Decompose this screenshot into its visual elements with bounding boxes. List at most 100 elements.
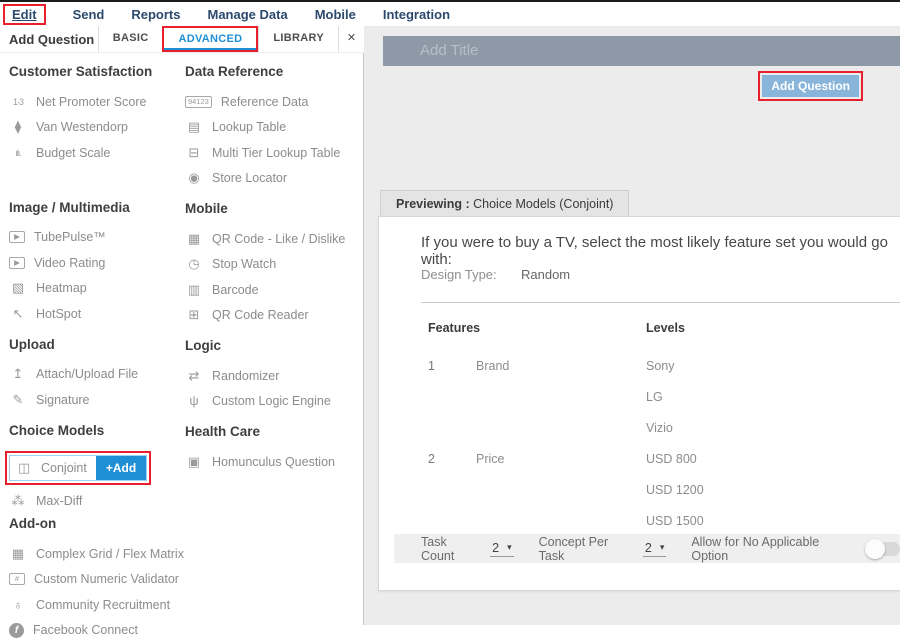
sidebar-item-qr-code-like-dislike[interactable]: ▦QR Code - Like / Dislike xyxy=(185,226,361,252)
close-icon[interactable]: ✕ xyxy=(338,26,364,52)
survey-title-bar[interactable]: Add Title xyxy=(383,36,900,66)
multi-tier-lookup-icon: ⊟ xyxy=(185,145,203,161)
design-type-value: Random xyxy=(521,267,570,282)
barcode-icon: ▥ xyxy=(185,282,203,298)
sidebar-section-customer-satisfaction: Customer Satisfaction1·3Net Promoter Sco… xyxy=(9,64,177,166)
sidebar-item-qr-code-reader[interactable]: ⊞ QR Code Reader xyxy=(185,303,361,329)
heatmap-image-icon: ▧ xyxy=(9,280,27,296)
sidebar-item-label: Stop Watch xyxy=(212,257,276,271)
feature-levels: USD 800USD 1200USD 1500 xyxy=(646,444,704,537)
sidebar-item-lookup-table[interactable]: ▤Lookup Table xyxy=(185,115,361,141)
concept-per-task-dropdown[interactable]: 2 ▾ xyxy=(643,541,666,557)
qr-reader-icon: ⊞ xyxy=(185,307,203,323)
sidebar-item-label: Heatmap xyxy=(36,281,87,295)
feature-row: 2PriceUSD 800USD 1200USD 1500 xyxy=(428,444,900,537)
reference-data-icon: 94123 xyxy=(185,96,212,108)
sidebar-section-image-multimedia: Image / Multimedia▶TubePulse™▶Video Rati… xyxy=(9,200,177,327)
sidebar-section-health-care: Health Care ▣Homunculus Question xyxy=(185,424,361,475)
sidebar-item-label: Van Westendorp xyxy=(36,120,128,134)
stopwatch-icon: ◷ xyxy=(185,256,203,272)
sidebar-item-store-locator[interactable]: ◉ Store Locator xyxy=(185,166,361,192)
add-question-panel-header: Add Question BASICADVANCEDLIBRARY ✕ xyxy=(0,26,364,53)
community-globe-icon: ♁ xyxy=(9,597,27,613)
preview-tab-prefix: Previewing : xyxy=(396,197,470,211)
features-levels-table: Features Levels 1BrandSonyLGVizio2PriceU… xyxy=(428,321,900,537)
nav-item-edit[interactable]: Edit xyxy=(3,4,46,25)
top-nav: Edit Send Reports Manage Data Mobile Integrat… xyxy=(0,2,900,26)
task-count-dropdown[interactable]: 2 ▾ xyxy=(490,541,513,557)
sidebar-item-tubepulse[interactable]: ▶TubePulse™ xyxy=(9,225,177,251)
conjoint-annotation-box: ◫Conjoint+Add xyxy=(5,451,151,485)
sidebar-item-heatmap[interactable]: ▧ Heatmap xyxy=(9,276,177,302)
sidebar-item-signature[interactable]: ✎Signature xyxy=(9,387,177,413)
sidebar-column-1: Customer Satisfaction1·3Net Promoter Sco… xyxy=(9,64,177,643)
tab-library[interactable]: LIBRARY xyxy=(258,26,338,52)
upload-icon: ↥ xyxy=(9,366,27,382)
map-pin-icon: ◉ xyxy=(185,170,203,186)
nav-item-integration[interactable]: Integration xyxy=(383,7,450,22)
sidebar-item-label: Barcode xyxy=(212,283,259,297)
section-title: Upload xyxy=(9,337,177,352)
feature-levels: SonyLGVizio xyxy=(646,351,675,444)
sidebar-item-conjoint[interactable]: ◫Conjoint+Add xyxy=(9,455,147,481)
caret-down-icon: ▾ xyxy=(660,542,665,553)
table-header-row: Features Levels xyxy=(428,321,900,351)
tab-basic[interactable]: BASIC xyxy=(98,26,163,52)
feature-name: Price xyxy=(476,444,646,537)
task-count-value: 2 xyxy=(492,541,499,555)
sidebar-item-custom-numeric-validator[interactable]: #Custom Numeric Validator xyxy=(9,567,177,593)
section-title: Health Care xyxy=(185,424,361,439)
tab-advanced[interactable]: ADVANCED xyxy=(162,26,258,52)
sidebar-item-budget-scale[interactable]: ılı.Budget Scale xyxy=(9,140,177,166)
sidebar-item-label: Multi Tier Lookup Table xyxy=(212,146,340,160)
sidebar-item-homunculus-question[interactable]: ▣Homunculus Question xyxy=(185,449,361,475)
sidebar-item-net-promoter-score[interactable]: 1·3Net Promoter Score xyxy=(9,89,177,115)
nav-item-send[interactable]: Send xyxy=(73,7,105,22)
sidebar-item-complex-grid-flex-matrix[interactable]: ▦Complex Grid / Flex Matrix xyxy=(9,541,177,567)
sidebar-item-label: Attach/Upload File xyxy=(36,367,138,381)
add-title-placeholder[interactable]: Add Title xyxy=(383,36,900,66)
no-applicable-option-toggle[interactable] xyxy=(868,542,900,556)
sidebar-item-van-westendorp[interactable]: ⧫Van Westendorp xyxy=(9,115,177,141)
shuffle-icon: ⇄ xyxy=(185,368,203,384)
sidebar-item-hotspot[interactable]: ↖HotSpot xyxy=(9,301,177,327)
sidebar-item-attach-upload-file[interactable]: ↥ Attach/Upload File xyxy=(9,362,177,388)
logic-branch-icon: ψ xyxy=(185,393,203,409)
sidebar-item-randomizer[interactable]: ⇄ Randomizer xyxy=(185,363,361,389)
sidebar-item-max-diff[interactable]: ⁂Max-Diff xyxy=(9,489,177,515)
sidebar-item-custom-logic-engine[interactable]: ψCustom Logic Engine xyxy=(185,389,361,415)
add-question-button[interactable]: Add Question xyxy=(762,75,859,97)
qr-code-icon: ▦ xyxy=(185,231,203,247)
task-count-label: Task Count xyxy=(421,535,482,563)
sidebar-item-barcode[interactable]: ▥ Barcode xyxy=(185,277,361,303)
feature-row: 1BrandSonyLGVizio xyxy=(428,351,900,444)
sidebar-item-reference-data[interactable]: 94123Reference Data xyxy=(185,89,361,115)
sidebar-section-data-reference: Data Reference94123Reference Data▤Lookup… xyxy=(185,64,361,191)
sidebar-item-label: Randomizer xyxy=(212,369,279,383)
conjoint-item[interactable]: ◫Conjoint xyxy=(10,456,96,480)
nav-item-mobile[interactable]: Mobile xyxy=(315,7,356,22)
sidebar-item-community-recruitment[interactable]: ♁Community Recruitment xyxy=(9,592,177,618)
facebook-icon: f xyxy=(9,623,24,638)
nav-item-manage-data[interactable]: Manage Data xyxy=(207,7,287,22)
magic-wand-icon: ⁂ xyxy=(9,493,27,509)
panel-tabs: BASICADVANCEDLIBRARY xyxy=(98,26,338,52)
video-player-icon: ▶ xyxy=(9,231,25,243)
section-title: Add-on xyxy=(9,516,177,531)
feature-number: 2 xyxy=(428,444,476,537)
sidebar-item-multi-tier-lookup-table[interactable]: ⊟ Multi Tier Lookup Table xyxy=(185,140,361,166)
conjoint-add-button[interactable]: +Add xyxy=(96,456,146,480)
level-value: LG xyxy=(646,382,675,413)
sidebar-item-label: QR Code Reader xyxy=(212,308,309,322)
add-question-annotation-box: Add Question xyxy=(758,71,863,101)
nps-score-icon: 1·3 xyxy=(9,94,27,110)
level-value: USD 800 xyxy=(646,444,704,475)
section-title: Logic xyxy=(185,338,361,353)
sidebar-item-facebook-connect[interactable]: fFacebook Connect xyxy=(9,618,177,643)
sidebar-item-stop-watch[interactable]: ◷ Stop Watch xyxy=(185,252,361,278)
sidebar-item-video-rating[interactable]: ▶Video Rating xyxy=(9,250,177,276)
toggle-knob xyxy=(865,539,885,559)
sidebar-column-2: Data Reference94123Reference Data▤Lookup… xyxy=(185,64,361,475)
sidebar-item-label: Store Locator xyxy=(212,171,287,185)
nav-item-reports[interactable]: Reports xyxy=(131,7,180,22)
